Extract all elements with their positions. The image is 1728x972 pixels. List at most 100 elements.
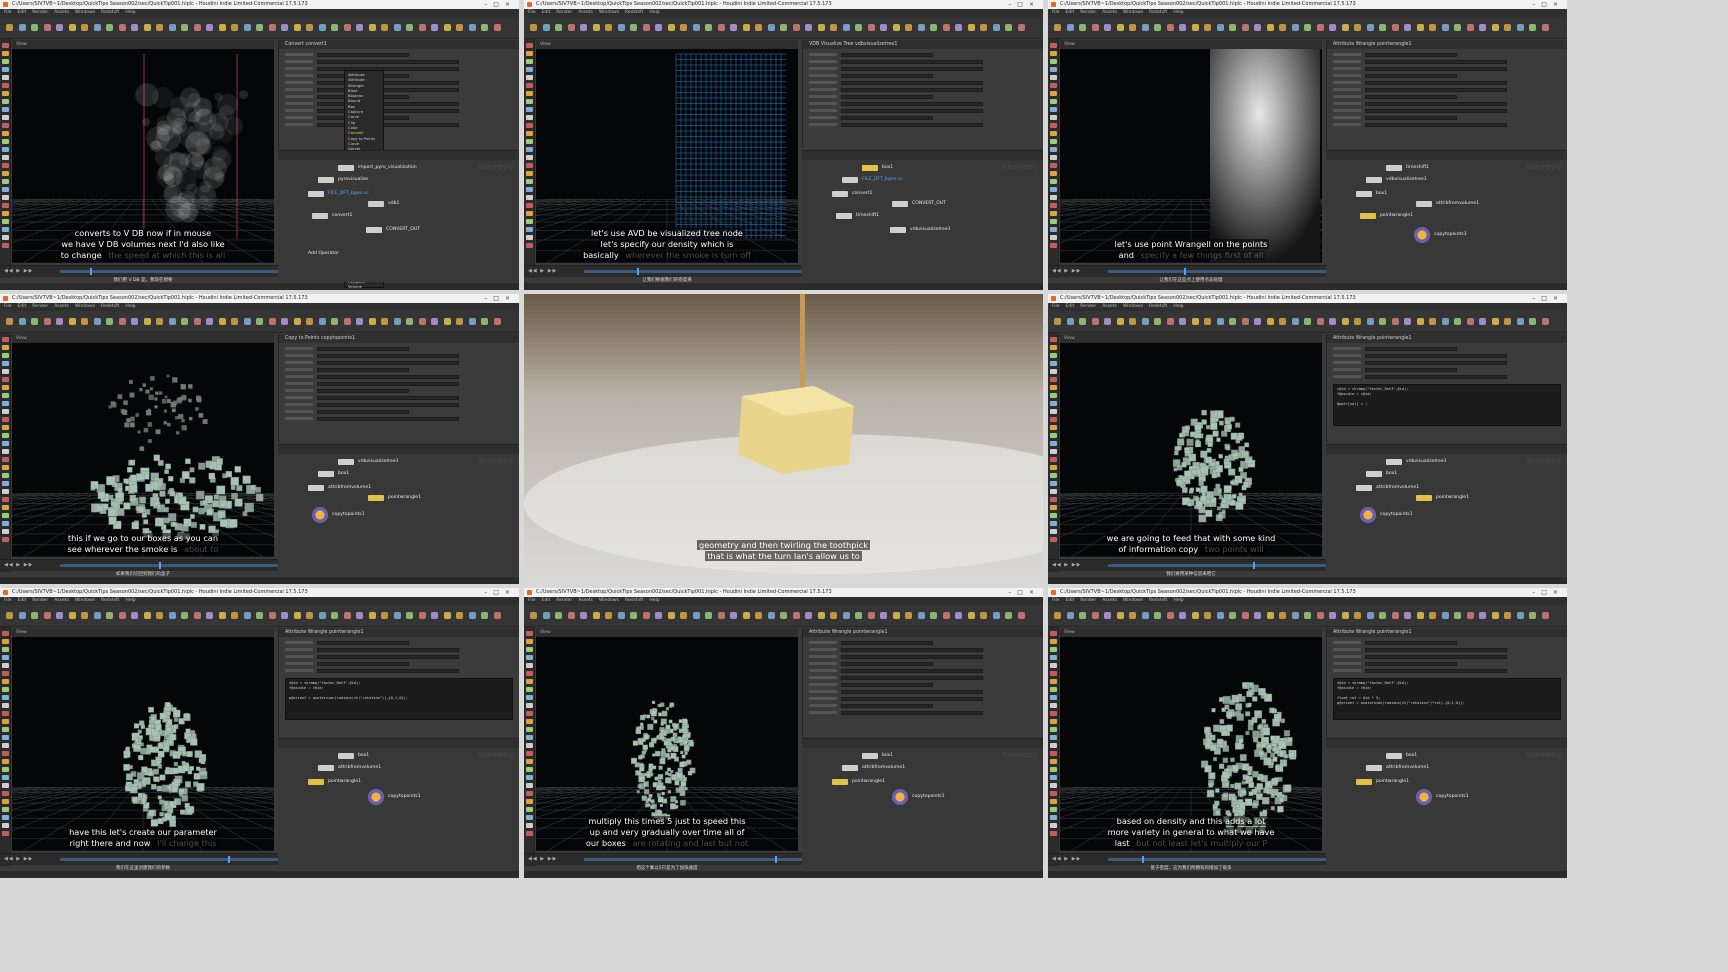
maximize-icon[interactable]: □: [1017, 1, 1029, 8]
parameter-field[interactable]: [317, 648, 459, 652]
shelf-tool-icon[interactable]: [181, 24, 188, 31]
shelf-tool-icon[interactable]: [1516, 318, 1524, 325]
shelf-tool-icon[interactable]: [1479, 24, 1486, 31]
shelf-tool-icon[interactable]: [1017, 24, 1025, 31]
viewport-tool-icon[interactable]: [1050, 751, 1057, 756]
viewport-tool-icon[interactable]: [526, 711, 533, 716]
shelf-tool-icon[interactable]: [742, 612, 750, 619]
parameter-row[interactable]: [809, 655, 983, 659]
viewport-tool-icon[interactable]: [526, 639, 533, 644]
parameter-row[interactable]: [1333, 74, 1457, 78]
menu-item-file[interactable]: File: [4, 598, 12, 603]
parameter-row[interactable]: [285, 361, 459, 365]
viewport-tool-icon[interactable]: [1050, 91, 1057, 96]
parameter-field[interactable]: [1365, 88, 1507, 92]
node-tile[interactable]: [1416, 201, 1432, 207]
viewport-tool-icon[interactable]: [1050, 361, 1057, 366]
node-tile[interactable]: [368, 201, 384, 207]
shelf-tool-icon[interactable]: [1504, 318, 1511, 325]
parameter-row[interactable]: [809, 60, 983, 64]
shelf-tool-icon[interactable]: [31, 24, 38, 31]
viewport-tool-icon[interactable]: [2, 521, 9, 526]
parameter-row[interactable]: [285, 403, 459, 407]
menu-item-assets[interactable]: Assets: [578, 10, 593, 15]
menu-item-help[interactable]: Help: [649, 598, 659, 603]
parameter-field[interactable]: [841, 67, 983, 71]
viewport-tool-icon[interactable]: [2, 433, 9, 438]
viewport-tool-icon[interactable]: [1050, 481, 1057, 486]
parameter-field[interactable]: [841, 697, 983, 701]
viewport-tool-icon[interactable]: [526, 187, 533, 192]
viewport-tool-icon[interactable]: [1050, 345, 1057, 350]
menu-item-render[interactable]: Render: [1080, 598, 1096, 603]
shelf-tool-icon[interactable]: [1116, 318, 1124, 325]
dropdown-item[interactable]: Attribute Wrangle: [348, 77, 380, 88]
viewport-tool-icon[interactable]: [1050, 489, 1057, 494]
viewport-tool-icon[interactable]: [526, 147, 533, 152]
shelf-tool-icon[interactable]: [468, 24, 476, 31]
shelf-tool-icon[interactable]: [368, 318, 376, 325]
shelf-tool-icon[interactable]: [306, 612, 313, 619]
shelf-tool-icon[interactable]: [667, 612, 675, 619]
menu-item-windows[interactable]: Windows: [1123, 304, 1143, 309]
shelf-tool-icon[interactable]: [1079, 24, 1086, 31]
shelf-tool-icon[interactable]: [106, 318, 113, 325]
viewport-tool-icon[interactable]: [1050, 441, 1057, 446]
shelf-tool-icon[interactable]: [930, 24, 937, 31]
shelf-tool-icon[interactable]: [755, 24, 762, 31]
parameter-field[interactable]: [317, 662, 409, 666]
menu-item-assets[interactable]: Assets: [578, 598, 593, 603]
viewport-tool-icon[interactable]: [1050, 735, 1057, 740]
parameter-row[interactable]: [809, 641, 933, 645]
shelf-tool-icon[interactable]: [256, 24, 263, 31]
parameter-field[interactable]: [841, 88, 983, 92]
shelf-tool-icon[interactable]: [667, 24, 675, 31]
shelf-tool-icon[interactable]: [642, 612, 650, 619]
shelf-tool-icon[interactable]: [955, 612, 962, 619]
timeline-playhead[interactable]: [228, 856, 230, 863]
viewport-tool-icon[interactable]: [2, 457, 9, 462]
node-tile[interactable]: [338, 753, 354, 759]
viewport-tool-icon[interactable]: [526, 735, 533, 740]
shelf-tool-icon[interactable]: [1216, 318, 1224, 325]
node-tile[interactable]: [318, 177, 334, 183]
parameter-field[interactable]: [841, 669, 983, 673]
parameter-field[interactable]: [317, 410, 409, 414]
maximize-icon[interactable]: □: [1541, 589, 1553, 596]
viewport-tool-icon[interactable]: [526, 759, 533, 764]
viewport-tool-icon[interactable]: [2, 775, 9, 780]
maximize-icon[interactable]: □: [1541, 1, 1553, 8]
shelf-tool-icon[interactable]: [318, 318, 326, 325]
shelf-tool-icon[interactable]: [381, 318, 388, 325]
parameter-field[interactable]: [1365, 67, 1507, 71]
menu-item-render[interactable]: Render: [1080, 304, 1096, 309]
play-icon[interactable]: ◀◀ ▶ ▶▶: [1052, 856, 1081, 862]
timeline-playhead[interactable]: [159, 562, 161, 569]
shelf-tool-icon[interactable]: [81, 24, 88, 31]
viewport-tool-icon[interactable]: [526, 59, 533, 64]
parameter-row[interactable]: [285, 354, 459, 358]
parameter-field[interactable]: [1365, 60, 1507, 64]
menu-item-help[interactable]: Help: [1173, 10, 1183, 15]
shelf-tool-icon[interactable]: [1541, 318, 1549, 325]
shelf-tool-icon[interactable]: [1391, 612, 1399, 619]
shelf-tool-icon[interactable]: [206, 612, 213, 619]
shelf-tool-icon[interactable]: [56, 24, 63, 31]
viewport-tool-icon[interactable]: [2, 337, 9, 342]
shelf-tool-icon[interactable]: [43, 318, 51, 325]
scene-viewport[interactable]: [12, 637, 274, 851]
play-icon[interactable]: ◀◀ ▶ ▶▶: [1052, 562, 1081, 568]
shelf-tool-icon[interactable]: [942, 612, 950, 619]
shelf-tool-icon[interactable]: [343, 24, 351, 31]
shelf-tool-icon[interactable]: [218, 24, 226, 31]
viewport-tool-icon[interactable]: [2, 441, 9, 446]
shelf-tool-icon[interactable]: [780, 24, 787, 31]
parameter-field[interactable]: [317, 53, 409, 57]
shelf-tool-icon[interactable]: [418, 318, 426, 325]
shelf-tool-icon[interactable]: [1204, 612, 1211, 619]
shelf-tool-icon[interactable]: [431, 24, 438, 31]
shelf-tool-icon[interactable]: [1017, 612, 1025, 619]
shelf-tool-icon[interactable]: [642, 24, 650, 31]
scene-viewport[interactable]: [12, 343, 274, 557]
shelf-tool-icon[interactable]: [655, 24, 662, 31]
